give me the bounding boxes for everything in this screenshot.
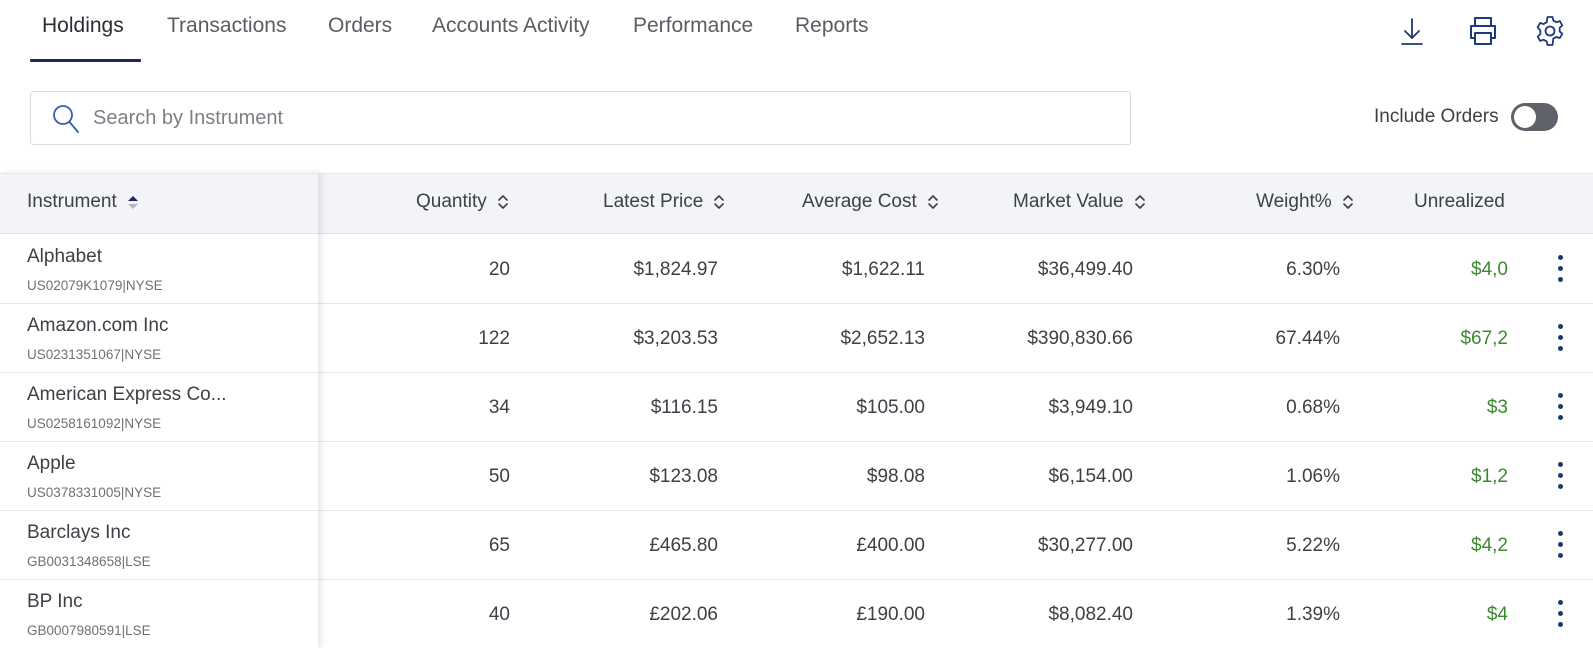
cell-latest-price: $3,203.53	[633, 328, 718, 349]
sort-icon	[1133, 193, 1147, 211]
toggle-knob	[1514, 106, 1536, 128]
column-header-market-value[interactable]: Market Value	[1013, 191, 1147, 213]
instrument-name: American Express Co...	[27, 384, 227, 405]
cell-weight: 5.22%	[1286, 535, 1340, 556]
instrument-code: US0258161092|NYSE	[27, 416, 162, 431]
cell-average-cost: $2,652.13	[840, 328, 925, 349]
cell-latest-price: $123.08	[649, 466, 718, 487]
cell-market-value: $6,154.00	[1048, 466, 1133, 487]
sort-icon	[712, 193, 726, 211]
gear-icon[interactable]	[1533, 14, 1567, 48]
cell-weight: 6.30%	[1286, 259, 1340, 280]
cell-latest-price: $116.15	[650, 397, 718, 418]
instrument-cell[interactable]: Apple US0378331005|NYSE	[0, 442, 318, 511]
search-input[interactable]	[93, 92, 1113, 144]
cell-unrealized: $67,2	[1460, 328, 1508, 349]
cell-unrealized: $4,0	[1471, 259, 1508, 280]
cell-quantity: 20	[488, 259, 510, 280]
instrument-name: Apple	[27, 453, 76, 474]
sort-active-icon	[126, 193, 140, 211]
active-tab-indicator	[30, 59, 141, 62]
row-menu-icon[interactable]	[1550, 255, 1570, 285]
instrument-code: US0231351067|NYSE	[27, 347, 162, 362]
row-menu-icon[interactable]	[1550, 531, 1570, 561]
instrument-cell[interactable]: Amazon.com Inc US0231351067|NYSE	[0, 304, 318, 373]
instrument-name: Barclays Inc	[27, 522, 131, 543]
include-orders-toggle[interactable]	[1511, 103, 1558, 131]
instrument-name: BP Inc	[27, 591, 83, 612]
tab-accounts-activity[interactable]: Accounts Activity	[432, 14, 590, 38]
instrument-name: Alphabet	[27, 246, 103, 267]
cell-quantity: 65	[488, 535, 510, 556]
cell-weight: 0.68%	[1286, 397, 1340, 418]
row-menu-icon[interactable]	[1550, 462, 1570, 492]
cell-average-cost: £400.00	[856, 535, 925, 556]
download-icon[interactable]	[1395, 14, 1429, 48]
cell-average-cost: $105.00	[856, 397, 925, 418]
cell-market-value: $3,949.10	[1048, 397, 1133, 418]
cell-market-value: $8,082.40	[1048, 604, 1133, 625]
cell-unrealized: $4	[1486, 604, 1508, 625]
column-label: Average Cost	[802, 191, 917, 212]
tab-transactions[interactable]: Transactions	[167, 14, 286, 38]
search-icon	[51, 103, 81, 135]
cell-latest-price: $1,824.97	[633, 259, 718, 280]
instrument-code: US0378331005|NYSE	[27, 485, 162, 500]
cell-unrealized: $4,2	[1471, 535, 1508, 556]
tab-reports[interactable]: Reports	[795, 14, 869, 38]
cell-quantity: 34	[488, 397, 510, 418]
tab-orders[interactable]: Orders	[328, 14, 392, 38]
column-label: Quantity	[416, 191, 487, 212]
cell-weight: 1.06%	[1286, 466, 1340, 487]
cell-weight: 1.39%	[1286, 604, 1340, 625]
sort-icon	[496, 193, 510, 211]
cell-weight: 67.44%	[1275, 328, 1340, 349]
instrument-cell[interactable]: BP Inc GB0007980591|LSE	[0, 580, 318, 648]
tab-performance[interactable]: Performance	[633, 14, 753, 38]
column-label: Latest Price	[603, 191, 704, 212]
column-header-instrument[interactable]: Instrument	[27, 191, 140, 213]
cell-average-cost: $1,622.11	[841, 259, 925, 280]
instrument-column-header: Instrument	[0, 173, 318, 234]
cell-unrealized: $3	[1486, 397, 1508, 418]
column-header-average-cost[interactable]: Average Cost	[802, 191, 940, 213]
column-header-weight[interactable]: Weight%	[1256, 191, 1355, 213]
column-label: Unrealized	[1414, 191, 1505, 212]
instrument-code: GB0031348658|LSE	[27, 554, 151, 569]
instrument-name: Amazon.com Inc	[27, 315, 169, 336]
cell-market-value: $390,830.66	[1027, 328, 1133, 349]
cell-quantity: 50	[488, 466, 510, 487]
sort-icon	[926, 193, 940, 211]
column-header-latest-price[interactable]: Latest Price	[603, 191, 726, 213]
column-header-quantity[interactable]: Quantity	[416, 191, 510, 213]
row-menu-icon[interactable]	[1550, 600, 1570, 630]
row-menu-icon[interactable]	[1550, 393, 1570, 423]
cell-average-cost: £190.00	[856, 604, 925, 625]
cell-average-cost: $98.08	[866, 466, 925, 487]
cell-quantity: 122	[478, 328, 510, 349]
print-icon[interactable]	[1466, 14, 1500, 48]
instrument-code: GB0007980591|LSE	[27, 623, 151, 638]
cell-unrealized: $1,2	[1471, 466, 1508, 487]
column-label: Instrument	[27, 191, 117, 212]
column-header-unrealized[interactable]: Unrealized	[1414, 191, 1505, 213]
cell-latest-price: £465.80	[649, 535, 718, 556]
instrument-cell[interactable]: Barclays Inc GB0031348658|LSE	[0, 511, 318, 580]
instrument-code: US02079K1079|NYSE	[27, 278, 163, 293]
cell-quantity: 40	[488, 604, 510, 625]
instrument-cell[interactable]: American Express Co... US0258161092|NYSE	[0, 373, 318, 442]
row-menu-icon[interactable]	[1550, 324, 1570, 354]
sort-icon	[1341, 193, 1355, 211]
instrument-column: Instrument Alphabet US02079K1079|NYSE Amaz…	[0, 173, 318, 648]
column-label: Weight%	[1256, 191, 1332, 212]
instrument-cell[interactable]: Alphabet US02079K1079|NYSE	[0, 235, 318, 304]
column-label: Market Value	[1013, 191, 1124, 212]
search-box	[30, 91, 1131, 145]
cell-market-value: $30,277.00	[1037, 535, 1133, 556]
include-orders-label: Include Orders	[1374, 106, 1499, 127]
tab-bar: Holdings Transactions Orders Accounts Ac…	[0, 0, 1593, 63]
tab-holdings[interactable]: Holdings	[42, 14, 124, 38]
cell-market-value: $36,499.40	[1037, 259, 1133, 280]
cell-latest-price: £202.06	[649, 604, 718, 625]
